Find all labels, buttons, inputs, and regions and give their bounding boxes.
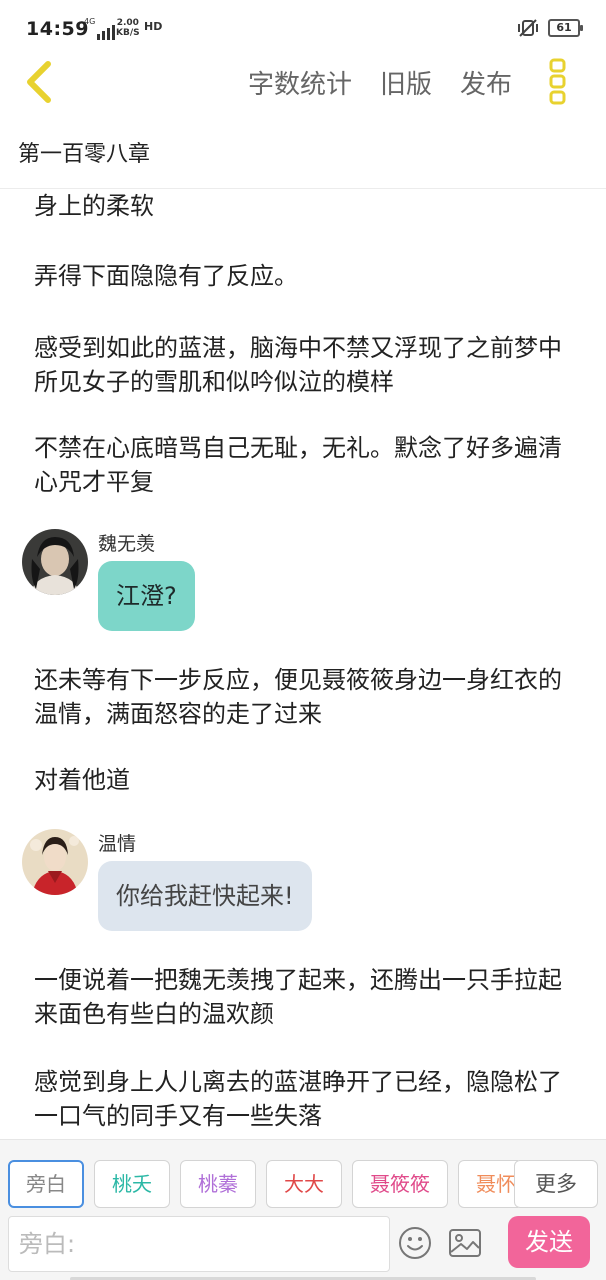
publish-button[interactable]: 发布 — [460, 64, 512, 101]
role-chip[interactable]: 聂怀 — [458, 1160, 518, 1208]
message-input[interactable]: 旁白: — [8, 1216, 390, 1272]
chat-sender-name: 魏无羡 — [98, 533, 156, 555]
word-count-button[interactable]: 字数统计 — [248, 64, 352, 101]
paragraph[interactable]: 感觉到身上人儿离去的蓝湛睁开了已经，隐隐松了一口气的同手又有一些失落 — [34, 1065, 574, 1133]
hd-indicator: HD — [144, 20, 163, 33]
paragraph[interactable]: 对着他道 — [34, 763, 574, 797]
more-menu-button[interactable] — [544, 58, 572, 106]
chapter-title[interactable]: 第一百零八章 — [18, 136, 150, 168]
top-bar: 字数统计 旧版 发布 — [0, 58, 606, 114]
role-chip[interactable]: 桃夭 — [94, 1160, 170, 1208]
more-roles-button[interactable]: 更多 — [514, 1160, 598, 1208]
role-chip[interactable]: 桃蓁 — [180, 1160, 256, 1208]
paragraph[interactable]: 感受到如此的蓝湛，脑海中不禁又浮现了之前梦中所见女子的雪肌和似吟似泣的模样 — [34, 331, 574, 399]
chat-bubble[interactable]: 你给我赶快起来! — [98, 861, 312, 931]
more-vertical-icon — [549, 58, 566, 105]
header-actions: 字数统计 旧版 发布 — [248, 64, 512, 101]
signal-icon: 4G — [84, 17, 116, 40]
chevron-left-icon — [27, 61, 51, 103]
paragraph[interactable]: 还未等有下一步反应，便见聂筱筱身边一身红衣的温情，满面怒容的走了过来 — [34, 663, 574, 731]
status-bar: 14:59 4G 2.00 KB/S HD 61 — [0, 0, 606, 58]
old-version-button[interactable]: 旧版 — [380, 64, 432, 101]
speed-unit: KB/S — [116, 28, 140, 38]
role-chip-narrator[interactable]: 旁白 — [8, 1160, 84, 1208]
role-chip[interactable]: 大大 — [266, 1160, 342, 1208]
paragraph[interactable]: 不禁在心底暗骂自己无耻，无礼。默念了好多遍清心咒才平复 — [34, 431, 574, 499]
vibrate-icon — [518, 19, 538, 37]
chat-bubble[interactable]: 江澄? — [98, 561, 195, 631]
chat-message[interactable]: 魏无羡 江澄? — [22, 529, 582, 639]
speed-value: 2.00 — [116, 18, 139, 28]
story-content[interactable]: 身上的柔软 弄得下面隐隐有了反应。 感受到如此的蓝湛，脑海中不禁又浮现了之前梦中… — [0, 189, 606, 1139]
screen: 14:59 4G 2.00 KB/S HD 61 字数统计 旧版 发布 第一百零… — [0, 0, 606, 1280]
send-button[interactable]: 发送 — [508, 1216, 590, 1268]
image-button[interactable] — [447, 1226, 483, 1260]
avatar[interactable] — [22, 829, 88, 895]
paragraph[interactable]: 弄得下面隐隐有了反应。 — [34, 259, 574, 293]
smiley-icon — [399, 1227, 431, 1259]
paragraph[interactable]: 身上的柔软 — [34, 189, 574, 223]
emoji-button[interactable] — [398, 1226, 432, 1260]
chat-sender-name: 温情 — [98, 833, 137, 855]
network-type: 4G — [84, 17, 96, 26]
battery-icon: 61 — [548, 19, 583, 37]
avatar[interactable] — [22, 529, 88, 595]
compose-toolbar: 旁白 桃夭 桃蓁 大大 聂筱筱 聂怀 更多 旁白: 发送 — [0, 1139, 606, 1280]
back-button[interactable] — [18, 58, 62, 106]
status-time: 14:59 — [26, 18, 89, 40]
chat-message[interactable]: 温情 你给我赶快起来! — [22, 829, 582, 939]
role-chip[interactable]: 聂筱筱 — [352, 1160, 448, 1208]
role-selector[interactable]: 旁白 桃夭 桃蓁 大大 聂筱筱 聂怀 — [8, 1160, 518, 1210]
status-right: 61 — [516, 18, 583, 38]
network-speed: 2.00 KB/S — [116, 18, 140, 38]
image-icon — [449, 1229, 481, 1257]
paragraph[interactable]: 一便说着一把魏无羡拽了起来，还腾出一只手拉起来面色有些白的温欢颜 — [34, 963, 574, 1031]
